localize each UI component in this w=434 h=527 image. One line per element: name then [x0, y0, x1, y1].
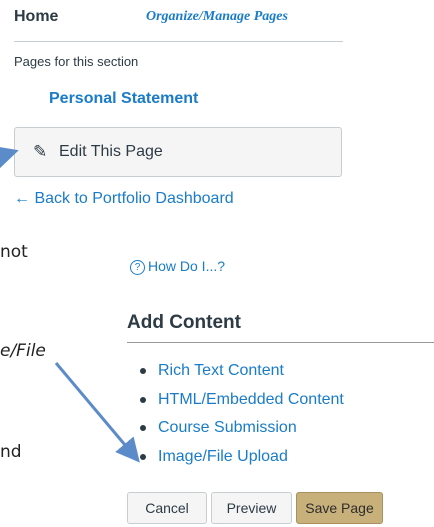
arrow-to-image-upload — [54, 362, 140, 463]
question-icon: ? — [130, 260, 145, 275]
organize-manage-pages-link[interactable]: Organize/Manage Pages — [146, 9, 288, 25]
add-content-item[interactable]: Course Submission — [140, 419, 344, 448]
add-content-heading: Add Content — [127, 312, 241, 333]
clipped-text-nd: nd — [0, 442, 22, 462]
add-content-item[interactable]: HTML/Embedded Content — [140, 391, 344, 420]
cancel-button[interactable]: Cancel — [127, 492, 207, 524]
save-page-button[interactable]: Save Page — [296, 492, 383, 524]
add-content-divider — [127, 342, 434, 343]
bullet-icon — [140, 453, 146, 460]
bullet-icon — [140, 425, 146, 431]
clipped-text-file: e/File — [0, 341, 46, 361]
add-content-list: Rich Text Content HTML/Embedded Content … — [140, 362, 344, 476]
current-page-link[interactable]: Personal Statement — [49, 90, 198, 108]
edit-page-button[interactable]: ✎ Edit This Page — [14, 127, 342, 177]
section-pages-heading: Pages for this section — [14, 54, 139, 69]
pencil-icon: ✎ — [33, 142, 48, 161]
arrow-to-edit-button — [0, 145, 19, 169]
divider — [14, 41, 343, 42]
add-content-item-label: Course Submission — [158, 419, 297, 436]
add-content-item[interactable]: Image/File Upload — [140, 448, 344, 477]
bullet-icon — [140, 396, 146, 403]
preview-button[interactable]: Preview — [211, 492, 292, 524]
add-content-item[interactable]: Rich Text Content — [140, 362, 344, 391]
add-content-item-label: Image/File Upload — [158, 447, 288, 465]
home-link[interactable]: Home — [14, 8, 58, 26]
clipped-text-not: not — [0, 242, 28, 262]
bullet-icon — [140, 368, 146, 374]
edit-page-label: Edit This Page — [59, 143, 163, 160]
how-do-i-link[interactable]: ? How Do I...? — [130, 258, 225, 275]
back-to-dashboard-link[interactable]: ← Back to Portfolio Dashboard — [14, 190, 234, 208]
add-content-item-label: HTML/Embedded Content — [158, 390, 344, 408]
how-do-i-label: How Do I...? — [148, 258, 226, 274]
add-content-item-label: Rich Text Content — [158, 362, 284, 379]
